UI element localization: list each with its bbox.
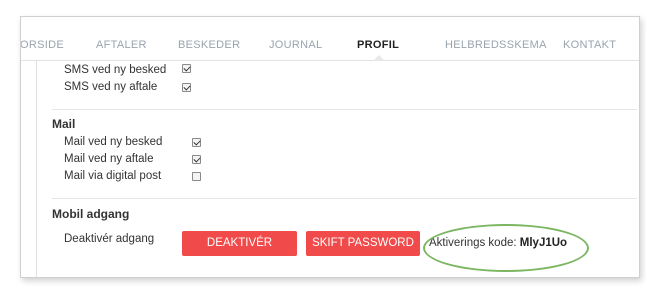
section-divider	[52, 198, 637, 199]
mail-new-message-label: Mail ved ny besked	[64, 136, 163, 148]
sms-new-appointment-label: SMS ved ny aftale	[64, 81, 158, 93]
highlight-oval	[423, 224, 589, 272]
nav-beskeder[interactable]: BESKEDER	[178, 39, 240, 51]
sms-new-message-checkbox[interactable]	[182, 64, 191, 73]
nav-profil[interactable]: PROFIL	[357, 39, 399, 51]
mail-heading: Mail	[52, 117, 76, 131]
mail-new-message-checkbox[interactable]	[192, 138, 201, 147]
mail-new-appointment-label: Mail ved ny aftale	[64, 153, 154, 165]
mobile-access-heading: Mobil adgang	[52, 207, 130, 221]
change-password-button[interactable]: SKIFT PASSWORD	[306, 231, 420, 256]
deactivate-button[interactable]: DEAKTIVÉR	[182, 231, 297, 256]
section-divider	[52, 109, 637, 110]
sms-new-appointment-checkbox[interactable]	[182, 83, 191, 92]
nav-kontakt[interactable]: KONTAKT	[563, 39, 616, 51]
mail-digital-post-label: Mail via digital post	[64, 170, 162, 182]
nav-forside[interactable]: FORSIDE	[21, 39, 64, 51]
sms-new-message-label: SMS ved ny besked	[64, 64, 167, 76]
nav-helbredsskema[interactable]: HELBREDSSKEMA	[445, 39, 547, 51]
mail-new-appointment-checkbox[interactable]	[192, 155, 201, 164]
nav-aftaler[interactable]: AFTALER	[96, 39, 147, 51]
nav-journal[interactable]: JOURNAL	[269, 39, 322, 51]
main-nav: FORSIDE AFTALER BESKEDER JOURNAL PROFIL …	[21, 17, 639, 61]
mail-digital-post-checkbox[interactable]	[192, 172, 201, 181]
deactivate-access-label: Deaktivér adgang	[64, 233, 155, 245]
